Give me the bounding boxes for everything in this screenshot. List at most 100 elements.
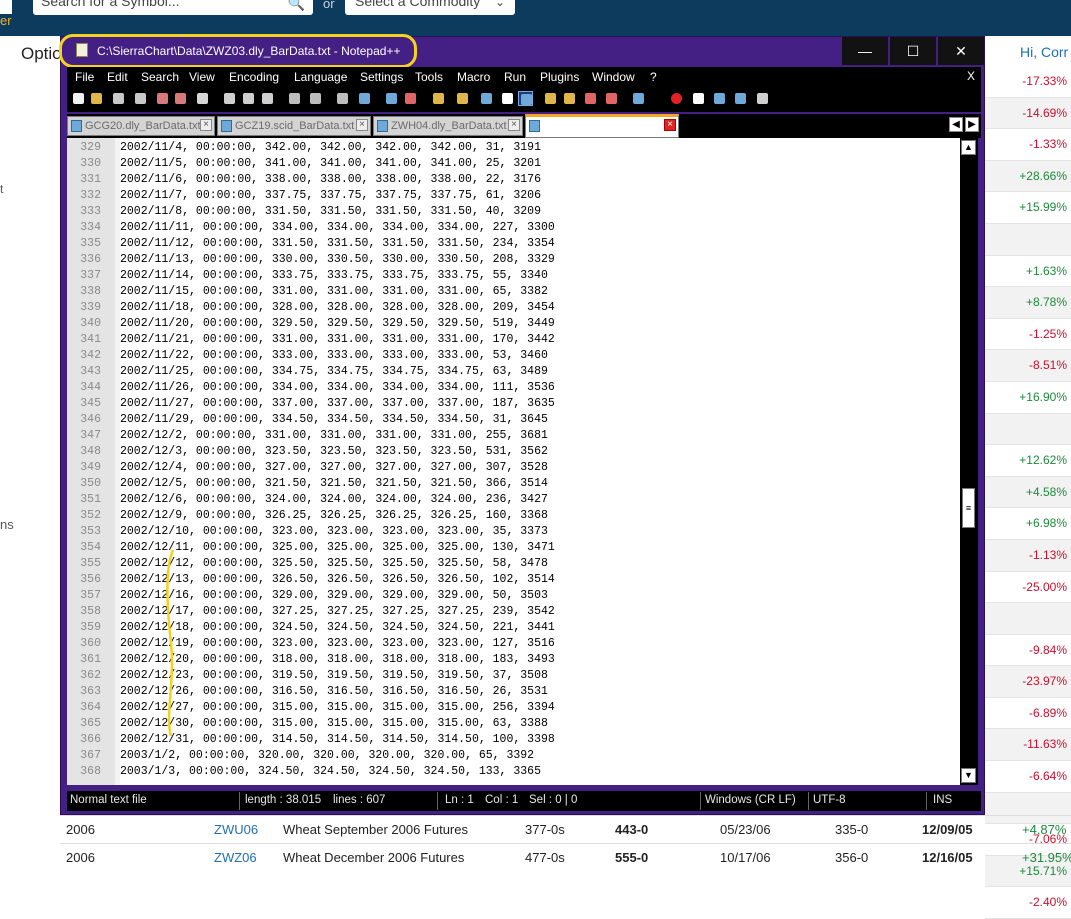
run-macro-multiple-icon[interactable] [733, 91, 748, 106]
line-number: 363 [80, 685, 101, 698]
editor-line: 336 2002/11/13, 00:00:00, 330.00, 330.50,… [67, 252, 957, 268]
tab-close-icon[interactable]: × [200, 119, 212, 131]
record-macro-icon[interactable] [669, 91, 684, 106]
status-eol[interactable]: Windows (CR LF) [705, 794, 796, 806]
save-icon[interactable] [111, 91, 126, 106]
table-cell-change: +31.95% [1022, 850, 1071, 865]
status-insert-mode[interactable]: INS [933, 794, 952, 806]
user-greeting[interactable]: Hi, Corr [1020, 44, 1068, 60]
menu-item-view[interactable]: View [189, 70, 215, 84]
menu-close-document-button[interactable]: X [967, 69, 975, 83]
new-file-icon[interactable] [71, 91, 86, 106]
folder-workspace-icon[interactable] [583, 91, 598, 106]
editor-line: 329 2002/11/4, 00:00:00, 342.00, 342.00, … [67, 140, 957, 156]
menu-item-window[interactable]: Window [592, 70, 635, 84]
commodity-select[interactable]: Select a Commodity ⌄ [345, 0, 515, 15]
editor-line: 362 2002/12/23, 00:00:00, 319.50, 319.50,… [67, 668, 957, 684]
tab-scroll-right-button[interactable]: ▶ [965, 117, 979, 132]
table-cell-high-date: 10/17/06 [720, 850, 771, 865]
tab-close-icon[interactable]: × [508, 119, 520, 131]
line-number: 339 [80, 301, 101, 314]
menu-item-file[interactable]: File [75, 70, 94, 84]
stop-record-icon[interactable] [691, 91, 706, 106]
menu-item-settings[interactable]: Settings [360, 70, 403, 84]
sync-vertical-icon[interactable] [431, 91, 446, 106]
zoom-out-icon[interactable] [403, 91, 418, 106]
file-icon [529, 120, 540, 132]
cut-icon[interactable] [222, 91, 237, 106]
maximize-button[interactable]: ☐ [890, 37, 936, 65]
vertical-scrollbar[interactable]: ▲ ≡ ▼ [960, 138, 978, 785]
menu-item-edit[interactable]: Edit [107, 70, 128, 84]
show-all-chars-icon[interactable] [500, 91, 515, 106]
editor-line: 368 2003/1/3, 00:00:00, 324.50, 324.50, 3… [67, 764, 957, 780]
line-number: 330 [80, 157, 101, 170]
scroll-up-arrow-icon[interactable]: ▲ [961, 140, 976, 155]
scroll-thumb[interactable]: ≡ [962, 488, 975, 528]
close-all-icon[interactable] [173, 91, 188, 106]
text-editor[interactable]: 329 2002/11/4, 00:00:00, 342.00, 342.00, … [67, 138, 978, 785]
menu-item-language[interactable]: Language [294, 70, 347, 84]
line-text: 2002/11/21, 00:00:00, 331.00, 331.00, 33… [120, 333, 555, 346]
menu-item-macro[interactable]: Macro [457, 70, 490, 84]
sync-vertical-icon-glyph [433, 93, 444, 104]
save-macro-icon[interactable] [755, 91, 770, 106]
menu-item-run[interactable]: Run [504, 70, 526, 84]
title-bar[interactable]: C:\SierraChart\Data\ZWZ03.dly_BarData.tx… [59, 34, 984, 68]
status-encoding[interactable]: UTF-8 [813, 794, 846, 806]
symbol-search-input[interactable]: Search for a Symbol... 🔍 [33, 0, 313, 15]
scroll-down-arrow-icon[interactable]: ▼ [961, 768, 976, 783]
logo[interactable] [0, 0, 12, 14]
status-lines: lines : 607 [333, 794, 386, 806]
tab-3[interactable]: ZWH04.dly_BarData.txt × [373, 116, 523, 136]
replace-icon[interactable] [357, 91, 372, 106]
undo-icon[interactable] [287, 91, 302, 106]
search-icon[interactable]: 🔍 [288, 0, 305, 14]
table-cell-symbol[interactable]: ZWU06 [214, 822, 258, 837]
tab-label: GCG20.dly_BarData.txt [85, 120, 201, 132]
percent-change-cell: -6.64% [985, 761, 1071, 793]
table-cell-symbol[interactable]: ZWZ06 [214, 850, 257, 865]
close-button[interactable]: ✕ [938, 37, 984, 65]
sync-horizontal-icon[interactable] [455, 91, 470, 106]
line-text: 2002/12/6, 00:00:00, 324.00, 324.00, 324… [120, 493, 548, 506]
paste-icon[interactable] [260, 91, 275, 106]
line-number: 351 [80, 493, 101, 506]
redo-icon[interactable] [308, 91, 323, 106]
tab-2[interactable]: GCZ19.scid_BarData.txt × [217, 116, 371, 136]
view-icon[interactable] [631, 91, 646, 106]
doc-map-icon[interactable] [543, 91, 558, 106]
find-icon[interactable] [335, 91, 350, 106]
editor-line: 339 2002/11/18, 00:00:00, 328.00, 328.00,… [67, 300, 957, 316]
tab-label: GCZ19.scid_BarData.txt [235, 120, 355, 132]
tab-4[interactable]: × [525, 114, 679, 138]
close-icon[interactable] [155, 91, 170, 106]
open-file-icon[interactable] [89, 91, 104, 106]
indent-guide-icon[interactable] [518, 91, 533, 106]
menu-item-encoding[interactable]: Encoding [229, 70, 279, 84]
menu-item-tools[interactable]: Tools [415, 70, 443, 84]
menu-item-search[interactable]: Search [141, 70, 179, 84]
tab-1[interactable]: GCG20.dly_BarData.txt × [67, 116, 215, 136]
tab-close-icon[interactable]: × [664, 119, 676, 131]
options-nav-link[interactable]: Optio [21, 44, 62, 64]
line-text: 2002/11/12, 00:00:00, 331.50, 331.50, 33… [120, 237, 555, 250]
view-icon-glyph [633, 93, 644, 104]
tab-scroll-left-button[interactable]: ◀ [949, 117, 963, 132]
menu-item-plugins[interactable]: Plugins [540, 70, 579, 84]
copy-icon[interactable] [241, 91, 256, 106]
minimize-button[interactable]: — [842, 37, 888, 65]
save-all-icon[interactable] [133, 91, 148, 106]
commodity-select-label: Select a Commodity [355, 0, 481, 9]
print-icon[interactable] [195, 91, 210, 106]
tab-close-icon[interactable]: × [356, 119, 368, 131]
function-list-icon[interactable] [562, 91, 577, 106]
play-macro-icon[interactable] [712, 91, 727, 106]
doc-monitor-icon[interactable] [604, 91, 619, 106]
line-text: 2002/11/14, 00:00:00, 333.75, 333.75, 33… [120, 269, 548, 282]
menu-item-help[interactable]: ? [650, 70, 657, 84]
zoom-in-icon[interactable] [384, 91, 399, 106]
word-wrap-icon[interactable] [479, 91, 494, 106]
table-row: 2006 ZWU06 Wheat September 2006 Futures 377… [60, 815, 1071, 844]
table-cell-name: Wheat September 2006 Futures [283, 822, 468, 837]
